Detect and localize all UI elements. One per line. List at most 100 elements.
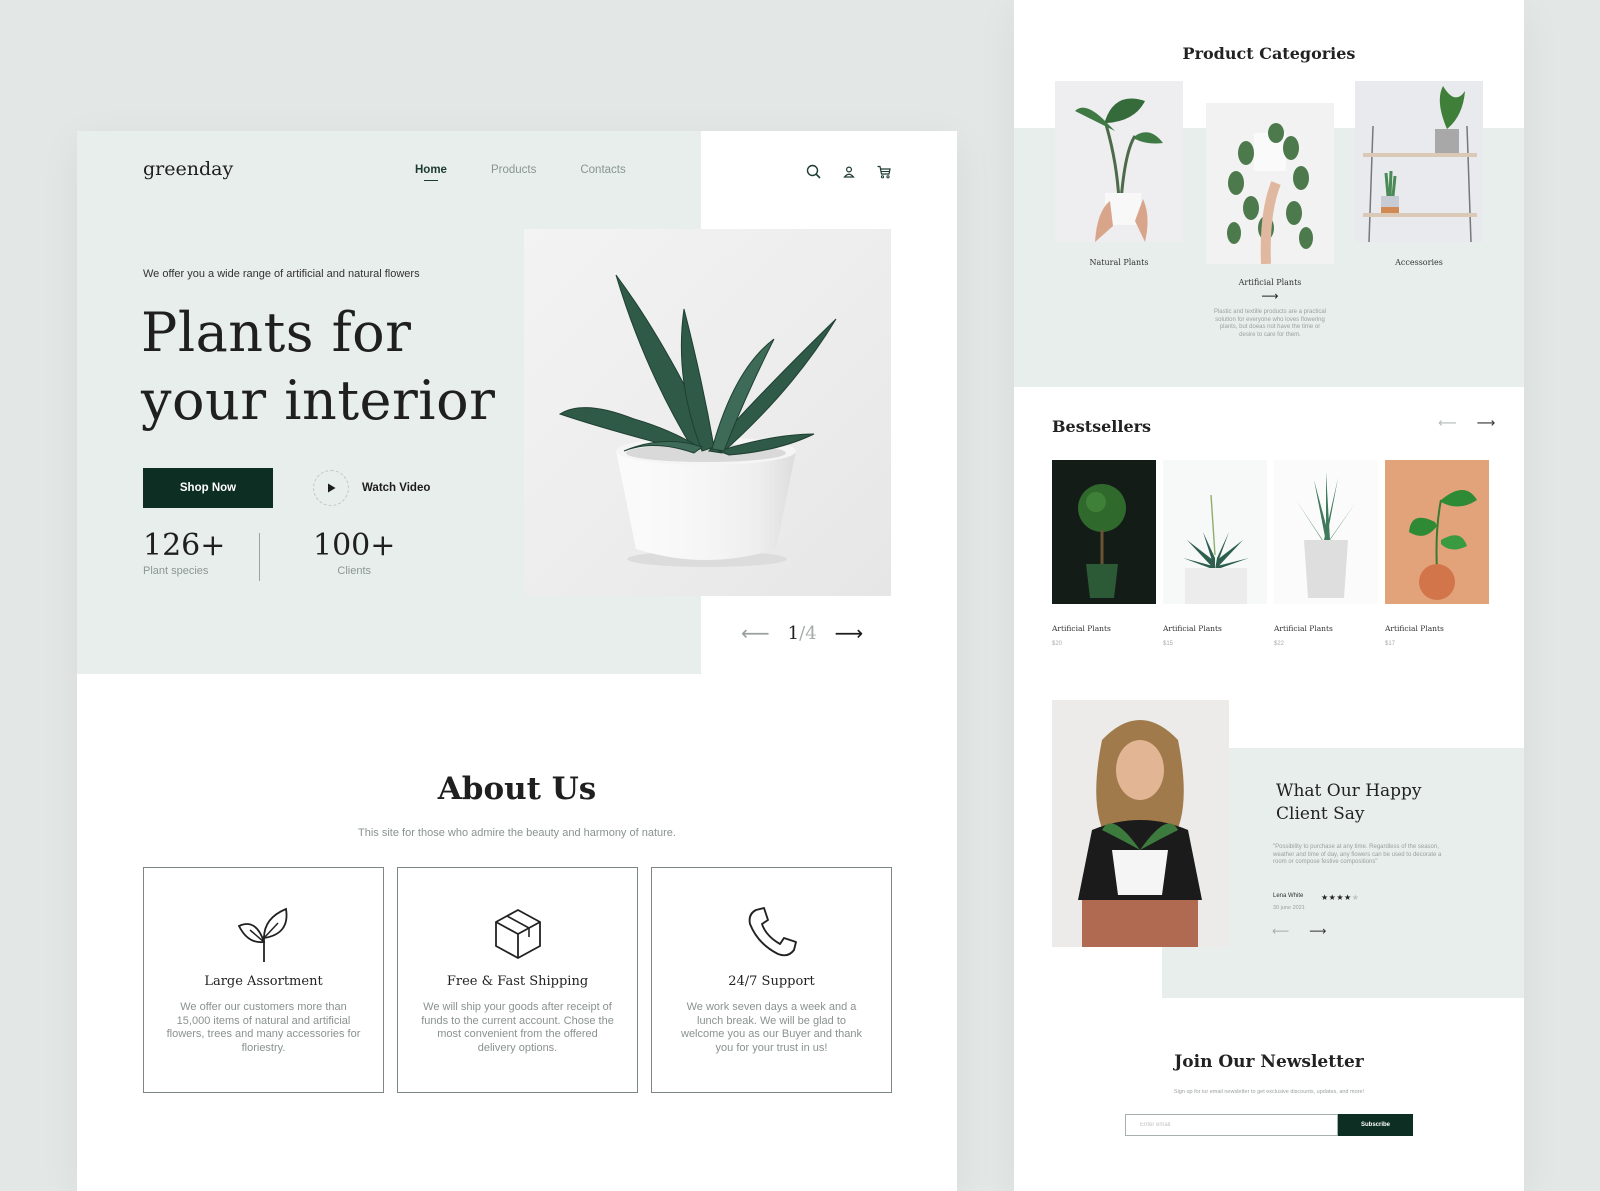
stat-label: Clients	[337, 565, 372, 577]
category-description: Plastic and textille products are a prac…	[1213, 309, 1327, 338]
stat-value: 126+	[143, 528, 226, 563]
bestsellers-title: Bestsellers	[1052, 417, 1152, 436]
hero-title-line2: your interior	[141, 369, 496, 432]
star-empty-icon: ★	[1351, 893, 1360, 902]
slide-counter: 1/4	[788, 623, 817, 644]
rating-stars: ★★★★★	[1321, 893, 1359, 902]
category-natural-plants[interactable]: Natural Plants	[1055, 81, 1183, 267]
watch-video-label: Watch Video	[362, 482, 431, 494]
next-arrow-icon[interactable]: ⟶	[1309, 924, 1326, 938]
product-card[interactable]: Artificial Plants $22	[1274, 460, 1378, 647]
email-input[interactable]	[1125, 1114, 1338, 1136]
box-icon	[398, 904, 637, 964]
prev-arrow-icon[interactable]: ⟵	[741, 621, 770, 645]
stat-plant-species: 126+ Plant species	[143, 528, 225, 577]
logo[interactable]: greenday	[143, 158, 233, 180]
feature-title: Large Assortment	[204, 974, 323, 989]
star-filled-icon: ★	[1336, 893, 1345, 902]
user-icon[interactable]	[840, 163, 858, 181]
hero-subtitle: We offer you a wide range of artificial …	[143, 268, 420, 280]
feature-card: Free & Fast Shipping We will ship your g…	[397, 867, 638, 1093]
product-card[interactable]: Artificial Plants $17	[1385, 460, 1489, 647]
testimonial-title-line1: What Our Happy	[1276, 781, 1422, 801]
nav-home[interactable]: Home	[415, 164, 447, 176]
bestsellers-arrows: ⟵ ⟶	[1438, 416, 1495, 431]
feature-card: 24/7 Support We work seven days a week a…	[651, 867, 892, 1093]
product-name: Artificial Plants	[1163, 624, 1222, 633]
succulent-illustration	[558, 274, 837, 567]
product-card[interactable]: Artificial Plants $15	[1163, 460, 1267, 647]
star-filled-icon: ★	[1344, 893, 1352, 902]
slide-total: /4	[799, 622, 817, 644]
search-icon[interactable]	[805, 163, 823, 181]
categories-title: Product Categories	[1182, 44, 1356, 63]
next-arrow-icon[interactable]: ⟶	[1477, 416, 1496, 431]
category-name: Artificial Plants	[1238, 278, 1302, 287]
about-title: About Us	[437, 771, 597, 807]
shop-now-button[interactable]: Shop Now	[143, 468, 273, 508]
nav-products[interactable]: Products	[491, 164, 536, 176]
product-price: $17	[1385, 641, 1396, 647]
newsletter-title: Join Our Newsletter	[1174, 1052, 1364, 1072]
star-filled-icon: ★	[1321, 893, 1329, 902]
product-price: $15	[1163, 641, 1174, 647]
category-image	[1206, 103, 1334, 264]
feature-card: Large Assortment We offer our customers …	[143, 867, 384, 1093]
cart-icon[interactable]	[875, 163, 893, 181]
product-image	[1385, 460, 1489, 604]
testimonial-title: What Our Happy Client Say	[1276, 780, 1422, 826]
product-card[interactable]: Artificial Plants $20	[1052, 460, 1156, 647]
home-page-mockup: greenday Home Products Contacts We offer…	[77, 131, 957, 1191]
watch-video-button[interactable]: Watch Video	[313, 470, 430, 506]
newsletter-subtitle: Sign up for iur email newsletter to get …	[1173, 1089, 1365, 1095]
stat-label: Plant species	[143, 565, 209, 577]
hero-title: Plants for your interior	[141, 299, 495, 435]
hero-slider-controls: ⟵ 1/4 ⟶	[741, 621, 863, 645]
testimonial-arrows: ⟵ ⟶	[1272, 924, 1326, 938]
category-arrow-icon[interactable]: ⟶	[1206, 289, 1334, 303]
testimonial-title-line2: Client Say	[1276, 804, 1365, 824]
category-accessories[interactable]: Accessories	[1355, 81, 1483, 267]
testimonial-date: 30 june 2021	[1273, 905, 1305, 911]
category-image	[1055, 81, 1183, 242]
feature-cards: Large Assortment We offer our customers …	[143, 867, 892, 1093]
feature-text: We will ship your goods after receipt of…	[421, 1001, 614, 1054]
bestsellers-list: Artificial Plants $20 Artificial Plants …	[1052, 460, 1489, 647]
testimonial-author: Lena White	[1273, 893, 1304, 899]
product-image	[1052, 460, 1156, 604]
next-arrow-icon[interactable]: ⟶	[835, 621, 864, 645]
product-name: Artificial Plants	[1274, 624, 1333, 633]
product-price: $20	[1052, 641, 1063, 647]
product-name: Artificial Plants	[1385, 624, 1444, 633]
feature-title: Free & Fast Shipping	[446, 974, 589, 989]
category-name: Natural Plants	[1089, 258, 1149, 267]
category-artificial-plants[interactable]: Artificial Plants ⟶ Plastic and textille…	[1206, 103, 1334, 339]
hero-plant-image	[524, 229, 891, 596]
hero-title-line1: Plants for	[141, 301, 412, 364]
slide-current: 1	[787, 622, 800, 644]
prev-arrow-icon[interactable]: ⟵	[1438, 416, 1457, 431]
feature-text: We work seven days a week and a lunch br…	[681, 1001, 862, 1054]
subscribe-button[interactable]: Subscribe	[1338, 1114, 1413, 1136]
client-photo	[1052, 700, 1229, 947]
product-price: $22	[1274, 641, 1285, 647]
newsletter-form: Subscribe	[1125, 1114, 1413, 1136]
about-subtitle: This site for those who admire the beaut…	[358, 827, 676, 839]
product-name: Artificial Plants	[1052, 624, 1111, 633]
testimonial-quote: "Possibility to purchase at any time. Re…	[1273, 844, 1442, 866]
feature-title: 24/7 Support	[728, 974, 815, 989]
play-icon[interactable]	[313, 470, 349, 506]
stat-clients: 100+ Clients	[313, 528, 395, 577]
phone-icon	[652, 904, 891, 964]
products-page-mockup: Product Categories Natural Plants Artifi…	[1014, 0, 1524, 1191]
nav-contacts[interactable]: Contacts	[580, 164, 625, 176]
category-image	[1355, 81, 1483, 242]
sprout-icon	[144, 904, 383, 964]
main-nav: Home Products Contacts	[415, 164, 626, 176]
header-icons	[805, 163, 893, 181]
category-name: Accessories	[1395, 258, 1443, 267]
prev-arrow-icon[interactable]: ⟵	[1272, 924, 1289, 938]
product-image	[1163, 460, 1267, 604]
product-image	[1274, 460, 1378, 604]
stat-value: 100+	[313, 528, 396, 563]
